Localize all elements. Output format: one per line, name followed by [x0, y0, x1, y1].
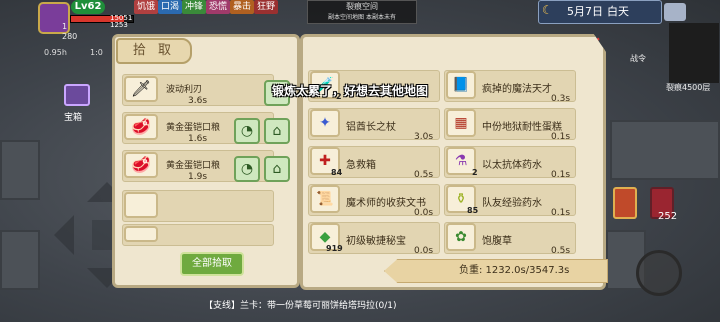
location-title: 裂痕空间 [346, 2, 378, 11]
book-icon: 📘 [446, 71, 476, 99]
stat-value: 1:0 [90, 48, 103, 57]
item-name: 急救箱 [346, 160, 376, 171]
buff-badge[interactable]: 暴击 [230, 0, 255, 14]
floor-tile [0, 230, 40, 290]
stat-value: 1 [62, 22, 68, 31]
item-time: 0.1s [551, 132, 571, 142]
bell-icon[interactable] [664, 3, 686, 21]
card-count: 252 [658, 211, 678, 222]
pickup-button[interactable]: ⌂ [264, 156, 290, 182]
buff-badge[interactable]: 恐慌 [206, 0, 231, 14]
item-quantity: 84 [331, 168, 343, 177]
pick-all-button[interactable]: 全部拾取 [180, 252, 244, 276]
chest-label: 宝箱 [64, 113, 83, 123]
item-time: 0.1s [551, 170, 571, 180]
sword-icon: 🗡 [124, 76, 158, 102]
moon-icon: ☾ [542, 3, 553, 17]
pickup-button[interactable]: ⌂ [264, 118, 290, 144]
buff-badge[interactable]: 口渴 [158, 0, 183, 14]
location-subtitle: 副本空间地图 本副本未有 [328, 14, 396, 21]
item-time: 0.1s [551, 208, 571, 218]
item-name: 魔术师的收获文书 [346, 198, 426, 209]
item-time: 0.5s [414, 170, 434, 180]
empty-slot [124, 226, 158, 242]
floor-tile [610, 120, 720, 180]
item-time: 0.5s [551, 246, 571, 256]
item-time: 0.0s [414, 246, 434, 256]
item-name: 疯掉的魔法天才 [482, 84, 552, 95]
mp-value: 1253 [110, 21, 128, 29]
item-time: 1.9s [188, 172, 208, 182]
item-name: 黄金蛋铠口粮 [166, 123, 221, 133]
quest-tracker[interactable]: 【支线】兰卡：带一份草莓可丽饼给塔玛拉(0/1) [204, 298, 397, 311]
speech-text: 锻炼太累了，好想去其他地图 [272, 84, 429, 98]
scroll-icon: 📜 [310, 185, 340, 213]
player-level: Lv62 [71, 0, 105, 14]
weight-bar: 负重: 1232.0s/3547.3s [384, 259, 608, 283]
floor-tile [0, 140, 40, 200]
buff-badge[interactable]: 饥饿 [134, 0, 159, 14]
herb-icon: ✿ [446, 223, 476, 251]
meat-icon: 🥩 [124, 152, 158, 178]
item-time: 3.0s [414, 132, 434, 142]
meat-icon: 🥩 [124, 114, 158, 140]
item-time: 0.0s [414, 208, 434, 218]
battle-pass-label[interactable]: 战令 [630, 53, 646, 64]
minimap-label: 裂痕4500层 [666, 83, 711, 92]
item-time: 0.3s [551, 94, 571, 104]
eat-button[interactable]: ◔ [234, 156, 260, 182]
item-name: 黄金蛋铠口粮 [166, 161, 221, 171]
empty-slot [124, 192, 158, 218]
minimap[interactable] [669, 23, 719, 83]
eat-button[interactable]: ◔ [234, 118, 260, 144]
item-name: 初级敏捷秘宝 [346, 236, 406, 247]
item-quantity: 2 [472, 168, 478, 177]
item-time: 3.6s [188, 96, 208, 106]
buff-badge[interactable]: 狂野 [254, 0, 279, 14]
day-phase: 白天 [607, 5, 629, 18]
date-label: 5月7日 [567, 5, 603, 18]
item-time: 1.6s [188, 134, 208, 144]
item-name: 队友经验药水 [482, 198, 542, 209]
weight-text: 负重: 1232.0s/3547.3s [459, 265, 570, 276]
buff-badge[interactable]: 冲锋 [182, 0, 207, 14]
item-quantity: 919 [326, 244, 343, 253]
pickup-title: 拾 取 [116, 38, 192, 64]
item-name: 中份地狱耐性蛋糕 [482, 122, 562, 133]
staff-icon: ✦ [310, 109, 340, 137]
card-icon[interactable] [613, 187, 637, 219]
item-quantity: 85 [467, 206, 479, 215]
stat-value: 280 [62, 32, 78, 41]
cake-icon: ▦ [446, 109, 476, 137]
action-ring-button[interactable] [636, 250, 682, 296]
item-name: 波动利刃 [166, 85, 203, 95]
item-name: 饱腹草 [482, 236, 512, 247]
date-bar: 5月7日 白天 [538, 0, 662, 24]
item-name: 以太抗体药水 [482, 160, 542, 171]
chest-icon[interactable] [64, 84, 90, 106]
item-name: 铝酋长之杖 [346, 122, 396, 133]
location-box[interactable]: 裂痕空间 副本空间地图 本副本未有 [307, 0, 417, 24]
stat-value: 0.95h [44, 48, 67, 57]
